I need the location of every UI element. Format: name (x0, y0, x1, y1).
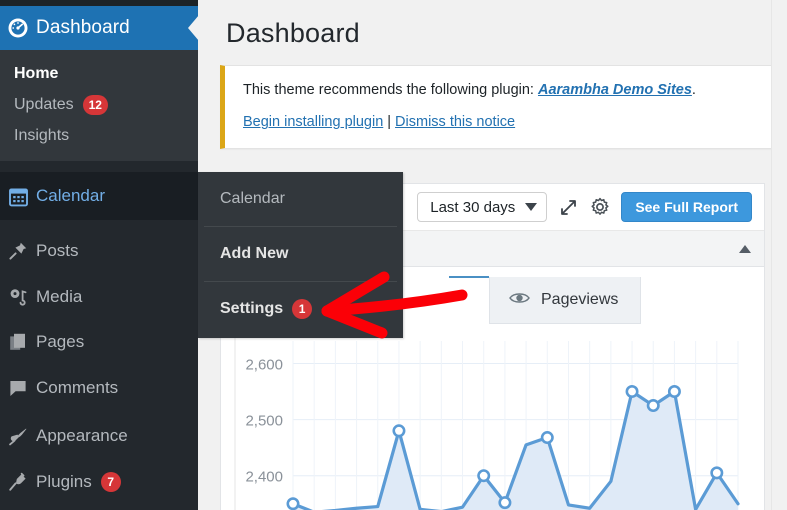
sidebar-subitem-updates[interactable]: Updates 12 (0, 89, 198, 120)
expand-arrows-icon[interactable] (557, 196, 579, 218)
gear-icon[interactable] (589, 196, 611, 218)
plugin-link[interactable]: Aarambha Demo Sites (538, 82, 692, 98)
tab-accent-line (449, 276, 489, 278)
sidebar-item-calendar[interactable]: Calendar (0, 172, 198, 220)
flyout-item-settings-label: Settings (220, 300, 284, 317)
sidebar-item-media[interactable]: Media (0, 273, 198, 321)
media-icon (0, 287, 36, 307)
flyout-item-add-new[interactable]: Add New (198, 227, 403, 281)
dismiss-notice-link[interactable]: Dismiss this notice (395, 114, 515, 130)
notice-actions: Begin installing plugin | Dismiss this not… (243, 111, 762, 133)
sidebar-item-appearance[interactable]: Appearance (0, 412, 198, 460)
notice-text-before: This theme recommends the following plug… (243, 82, 538, 98)
calendar-icon (0, 186, 36, 207)
notice-separator: | (387, 114, 392, 131)
see-full-report-label: See Full Report (635, 199, 738, 215)
sidebar-item-posts[interactable]: Posts (0, 227, 198, 275)
flyout-item-add-new-label: Add New (220, 245, 289, 262)
pin-icon (0, 241, 36, 261)
sidebar-item-posts-label: Posts (36, 241, 79, 260)
svg-text:2,400: 2,400 (245, 469, 283, 486)
sidebar-dashboard-label: Dashboard (36, 17, 130, 38)
sidebar-item-pages-label: Pages (36, 332, 85, 351)
sidebar-item-comments-label: Comments (36, 378, 119, 397)
plugins-count-badge: 7 (100, 472, 121, 492)
dashboard-submenu: Home Updates 12 Insights (0, 50, 198, 161)
pageviews-chart: 2,600 2,500 2,400 (234, 315, 740, 510)
page-title: Dashboard (226, 18, 360, 48)
caret-up-icon[interactable] (739, 244, 751, 253)
settings-count-badge: 1 (292, 299, 313, 319)
sidebar-subitem-home-label: Home (14, 64, 59, 82)
svg-text:2,500: 2,500 (245, 413, 283, 430)
flyout-item-calendar[interactable]: Calendar (198, 172, 403, 226)
sidebar-subitem-home[interactable]: Home (0, 58, 198, 89)
date-range-value: Last 30 days (430, 198, 516, 216)
flyout-item-calendar-label: Calendar (220, 190, 285, 207)
see-full-report-button[interactable]: See Full Report (621, 192, 752, 222)
sidebar-item-dashboard[interactable]: Dashboard (0, 6, 199, 50)
plug-icon (0, 472, 36, 492)
sidebar-item-plugins-label: Plugins (36, 472, 92, 491)
sidebar-item-comments[interactable]: Comments (0, 364, 198, 412)
sidebar-subitem-insights-label: Insights (14, 126, 70, 144)
begin-installing-plugin-link[interactable]: Begin installing plugin (243, 114, 383, 130)
wordpress-admin-screen: Dashboard This theme recommends the foll… (0, 0, 787, 510)
date-range-select[interactable]: Last 30 days (417, 192, 548, 222)
sidebar-subitem-updates-label: Updates (14, 95, 74, 113)
sidebar-item-media-label: Media (36, 287, 83, 306)
admin-sidebar: Dashboard Home Updates 12 Insights Calen… (0, 0, 199, 510)
tab-pageviews-label: Pageviews (541, 291, 619, 308)
svg-text:2,600: 2,600 (245, 356, 283, 373)
page-scroll-gutter[interactable] (771, 0, 787, 510)
updates-count-badge: 12 (82, 94, 108, 115)
current-menu-arrow-icon (188, 15, 199, 41)
flyout-item-settings[interactable]: Settings 1 (198, 282, 403, 336)
sidebar-subitem-insights[interactable]: Insights (0, 120, 198, 151)
pages-icon (0, 332, 36, 352)
chevron-down-icon (525, 203, 538, 211)
plugin-recommendation-notice: This theme recommends the following plug… (220, 65, 777, 149)
sidebar-item-plugins[interactable]: Plugins 7 (0, 458, 198, 506)
dashboard-gauge-icon (0, 17, 36, 39)
paintbrush-icon (0, 426, 36, 446)
eye-icon (509, 291, 530, 310)
notice-text-after: . (691, 82, 696, 98)
calendar-flyout-submenu: Calendar Add New Settings 1 (198, 172, 403, 338)
notice-primary-line: This theme recommends the following plug… (243, 79, 762, 101)
comment-bubble-icon (0, 378, 36, 398)
sidebar-item-calendar-label: Calendar (36, 186, 105, 205)
sidebar-item-pages[interactable]: Pages (0, 318, 198, 366)
sidebar-item-appearance-label: Appearance (36, 426, 128, 445)
